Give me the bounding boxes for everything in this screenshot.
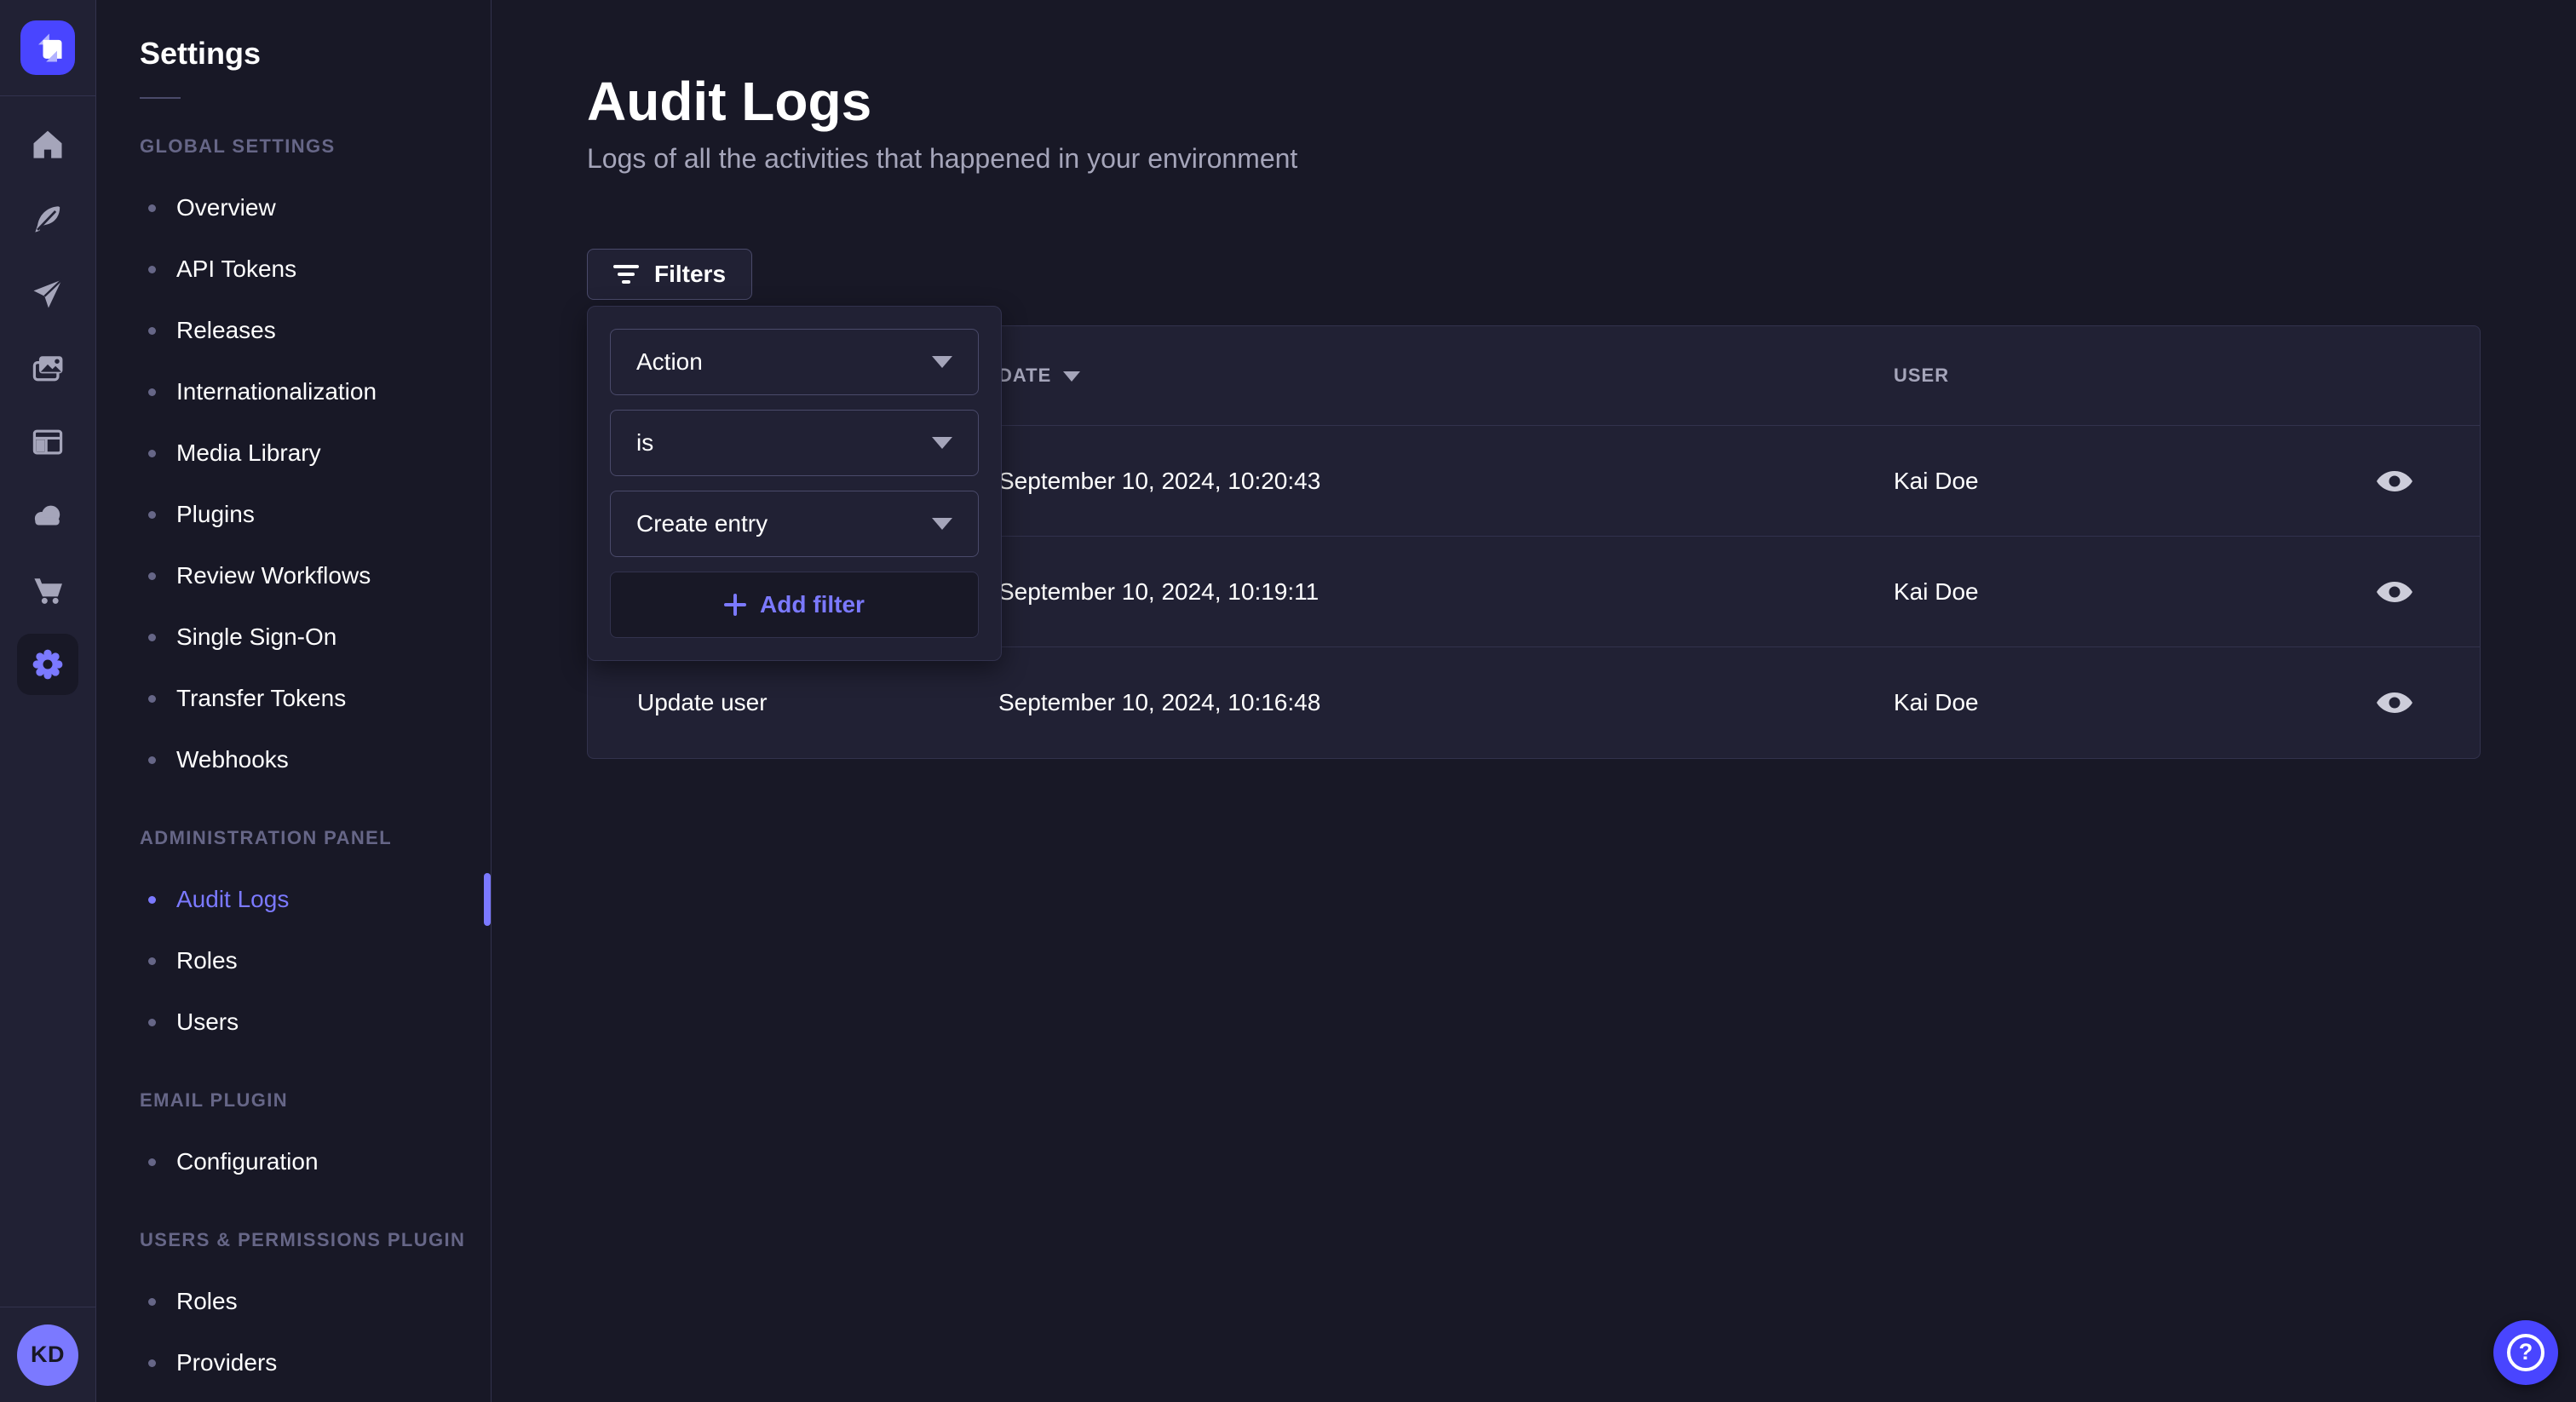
subnav-item-transfer-tokens[interactable]: Transfer Tokens bbox=[97, 668, 491, 729]
subnav-item-admin-roles[interactable]: Roles bbox=[97, 930, 491, 991]
subnav-item-up-roles[interactable]: Roles bbox=[97, 1271, 491, 1332]
sort-desc-icon bbox=[1063, 371, 1080, 382]
column-header-date[interactable]: DATE bbox=[998, 365, 1894, 387]
bullet-icon bbox=[148, 327, 156, 335]
bullet-icon bbox=[148, 511, 156, 519]
bullet-icon bbox=[148, 1158, 156, 1166]
filter-operator-select[interactable]: is bbox=[610, 410, 979, 476]
filter-field-select[interactable]: Action bbox=[610, 329, 979, 395]
subnav-item-api-tokens[interactable]: API Tokens bbox=[97, 238, 491, 300]
bullet-icon bbox=[148, 634, 156, 641]
settings-subnav: Settings GLOBAL SETTINGS Overview API To… bbox=[97, 0, 492, 1402]
filter-icon bbox=[613, 265, 639, 284]
cell-user: Kai Doe bbox=[1894, 468, 2309, 495]
bullet-icon bbox=[148, 1019, 156, 1026]
content-type-builder-feather-icon[interactable] bbox=[17, 189, 78, 250]
filter-operator-value: is bbox=[636, 429, 653, 457]
subnav-item-webhooks[interactable]: Webhooks bbox=[97, 729, 491, 790]
filter-popover: Action is Create entry Add filter bbox=[587, 306, 1002, 661]
filter-value-select[interactable]: Create entry bbox=[610, 491, 979, 557]
plus-icon bbox=[724, 594, 746, 616]
bullet-icon bbox=[148, 1298, 156, 1306]
cell-date: September 10, 2024, 10:16:48 bbox=[998, 689, 1894, 716]
subnav-header: Settings bbox=[97, 0, 491, 99]
chevron-down-icon bbox=[932, 356, 952, 368]
filter-value-value: Create entry bbox=[636, 510, 768, 537]
main-content: Audit Logs Logs of all the activities th… bbox=[492, 0, 2576, 1402]
column-header-user: USER bbox=[1894, 365, 2309, 387]
subnav-divider bbox=[140, 97, 181, 99]
filters-button[interactable]: Filters bbox=[587, 249, 752, 300]
subnav-item-email-configuration[interactable]: Configuration bbox=[97, 1131, 491, 1192]
subnav-item-single-sign-on[interactable]: Single Sign-On bbox=[97, 606, 491, 668]
subnav-item-releases[interactable]: Releases bbox=[97, 300, 491, 361]
media-library-pictures-icon[interactable] bbox=[17, 337, 78, 399]
subnav-item-plugins[interactable]: Plugins bbox=[97, 484, 491, 545]
bullet-icon bbox=[148, 1359, 156, 1367]
subnav-item-admin-users[interactable]: Users bbox=[97, 991, 491, 1053]
main-nav-rail: KD bbox=[0, 0, 96, 1402]
section-heading: EMAIL PLUGIN bbox=[97, 1090, 491, 1111]
chevron-down-icon bbox=[932, 518, 952, 530]
rail-nav bbox=[0, 96, 95, 708]
release-paper-plane-icon[interactable] bbox=[17, 263, 78, 325]
eye-icon bbox=[2374, 461, 2415, 502]
logo-container bbox=[0, 0, 95, 96]
bullet-icon bbox=[148, 695, 156, 703]
section-heading: GLOBAL SETTINGS bbox=[97, 136, 491, 157]
view-details-button[interactable] bbox=[2369, 456, 2420, 507]
user-avatar[interactable]: KD bbox=[17, 1324, 78, 1386]
section-heading: ADMINISTRATION PANEL bbox=[97, 828, 491, 848]
section-global-settings: GLOBAL SETTINGS Overview API Tokens Rele… bbox=[97, 136, 491, 790]
marketplace-cart-icon[interactable] bbox=[17, 560, 78, 621]
table-row[interactable]: Update user September 10, 2024, 10:16:48… bbox=[588, 647, 2480, 758]
view-details-button[interactable] bbox=[2369, 566, 2420, 618]
add-filter-label: Add filter bbox=[760, 591, 865, 618]
subnav-item-media-library[interactable]: Media Library bbox=[97, 422, 491, 484]
rail-bottom: KD bbox=[0, 1307, 95, 1402]
bullet-icon bbox=[148, 572, 156, 580]
subnav-item-up-providers[interactable]: Providers bbox=[97, 1332, 491, 1393]
view-details-button[interactable] bbox=[2369, 677, 2420, 728]
filter-field-value: Action bbox=[636, 348, 703, 376]
eye-icon bbox=[2374, 572, 2415, 612]
strapi-logo-icon bbox=[29, 29, 66, 66]
subnav-item-review-workflows[interactable]: Review Workflows bbox=[97, 545, 491, 606]
cell-date: September 10, 2024, 10:19:11 bbox=[998, 578, 1894, 606]
bullet-icon bbox=[148, 756, 156, 764]
cell-date: September 10, 2024, 10:20:43 bbox=[998, 468, 1894, 495]
subnav-item-internationalization[interactable]: Internationalization bbox=[97, 361, 491, 422]
cell-action: Update user bbox=[588, 689, 998, 716]
chevron-down-icon bbox=[932, 437, 952, 449]
section-email-plugin: EMAIL PLUGIN Configuration bbox=[97, 1090, 491, 1192]
subnav-item-overview[interactable]: Overview bbox=[97, 177, 491, 238]
subnav-item-audit-logs[interactable]: Audit Logs bbox=[97, 869, 491, 930]
bullet-icon bbox=[148, 957, 156, 965]
cloud-icon[interactable] bbox=[17, 486, 78, 547]
filters-button-label: Filters bbox=[654, 261, 726, 288]
cell-user: Kai Doe bbox=[1894, 689, 2309, 716]
bullet-icon bbox=[148, 204, 156, 212]
bullet-icon bbox=[148, 266, 156, 273]
page-subtitle: Logs of all the activities that happened… bbox=[587, 141, 2481, 175]
help-button[interactable] bbox=[2493, 1320, 2558, 1385]
strapi-logo[interactable] bbox=[20, 20, 75, 75]
cell-user: Kai Doe bbox=[1894, 578, 2309, 606]
settings-gear-icon[interactable] bbox=[17, 634, 78, 695]
section-heading: USERS & PERMISSIONS PLUGIN bbox=[97, 1230, 491, 1250]
section-users-permissions-plugin: USERS & PERMISSIONS PLUGIN Roles Provide… bbox=[97, 1230, 491, 1393]
content-manager-layout-icon[interactable] bbox=[17, 411, 78, 473]
page-title: Audit Logs bbox=[587, 72, 2481, 131]
bullet-icon bbox=[148, 450, 156, 457]
home-icon[interactable] bbox=[17, 115, 78, 176]
add-filter-button[interactable]: Add filter bbox=[610, 572, 979, 638]
eye-icon bbox=[2374, 682, 2415, 723]
bullet-icon bbox=[148, 896, 156, 904]
section-administration-panel: ADMINISTRATION PANEL Audit Logs Roles Us… bbox=[97, 828, 491, 1053]
bullet-icon bbox=[148, 388, 156, 396]
subnav-title: Settings bbox=[140, 36, 491, 72]
question-mark-icon bbox=[2507, 1334, 2544, 1371]
